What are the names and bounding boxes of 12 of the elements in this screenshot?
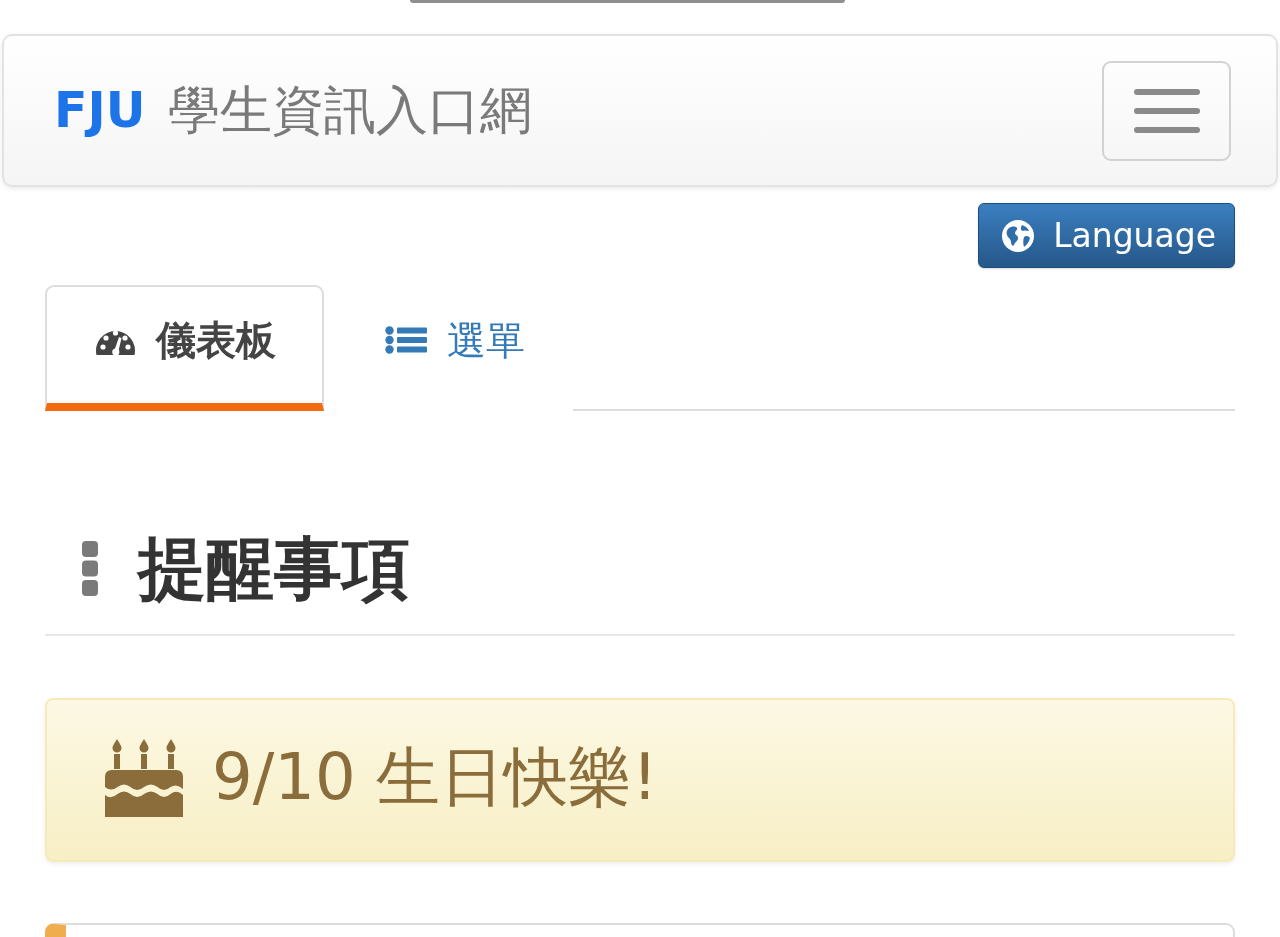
list-icon [385,326,427,354]
vertical-ellipsis-icon [82,541,98,596]
birthday-cake-icon [103,737,185,817]
menu-button[interactable] [1102,60,1231,161]
language-button[interactable]: Language [978,203,1235,268]
section-title: 提醒事項 [138,534,410,603]
menu-icon [1133,88,1200,133]
brand-logo: FJU [54,86,146,135]
tab[interactable]: 儀表板 [45,285,324,411]
site-title: 學生資訊入口網 [167,81,532,140]
globe-icon [1002,219,1035,252]
alert-text: 9/10 生日快樂! [212,741,658,813]
